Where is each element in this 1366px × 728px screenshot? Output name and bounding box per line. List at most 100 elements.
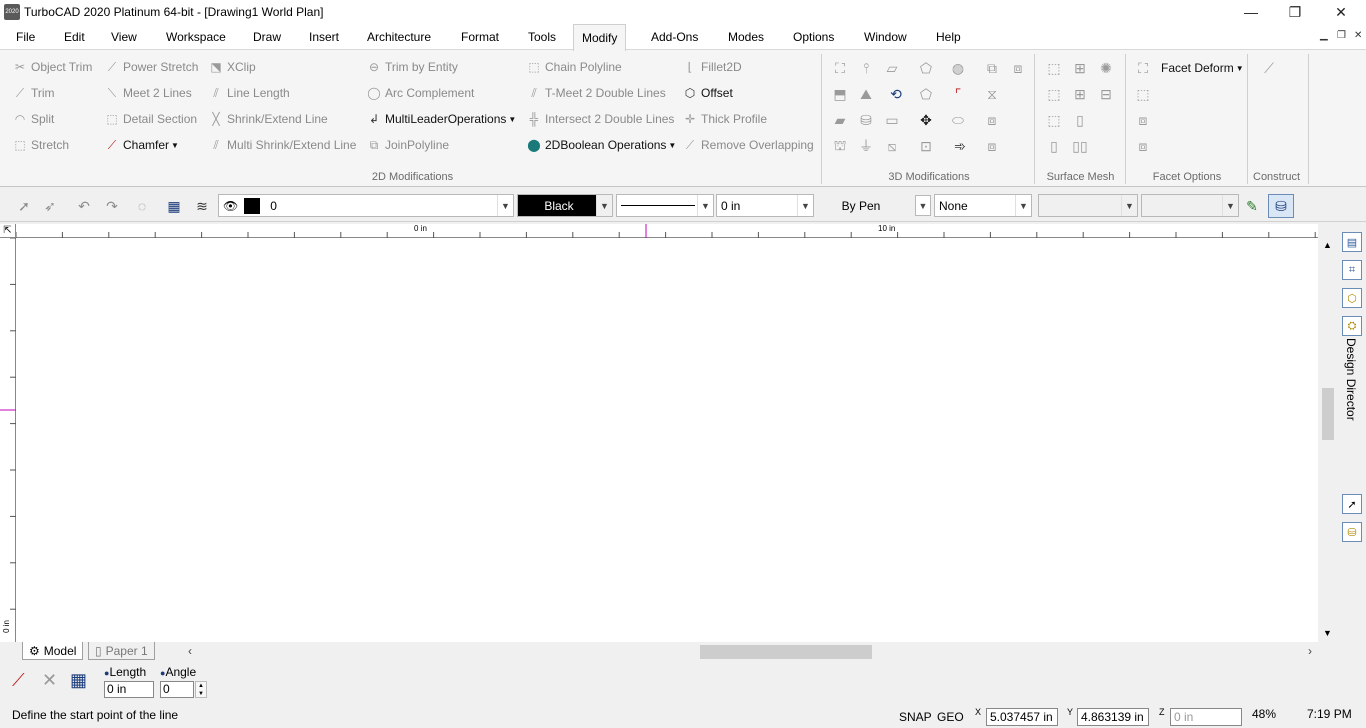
arc-complement-button[interactable]: ◯ Arc Complement [366, 83, 474, 103]
line-style-combo[interactable]: ▼ [616, 194, 714, 217]
panel-properties-icon[interactable]: ▤ [1342, 232, 1362, 252]
menu-architecture[interactable]: Architecture [359, 24, 439, 50]
edit-tool-icon[interactable]: ➶ [40, 196, 60, 216]
restore-button[interactable]: ❐ [1272, 0, 1318, 24]
angle-input[interactable]: 0 [160, 681, 194, 698]
angle-stepper[interactable]: ▲ ▼ [195, 681, 207, 698]
mesh-tool-icon[interactable]: ▯▯ [1070, 136, 1090, 156]
redo-icon[interactable]: ↷ [102, 196, 122, 216]
mesh-tool-icon[interactable]: ✺ [1096, 58, 1116, 78]
thick-profile-button[interactable]: ✛ Thick Profile [682, 109, 767, 129]
3d-tool-icon[interactable]: ⛰ [856, 84, 876, 104]
facet-tool-icon[interactable]: ⬚ [1133, 84, 1153, 104]
panel-blocks-icon[interactable]: ⬡ [1342, 288, 1362, 308]
pen-dropdown-icon[interactable]: ▼ [915, 195, 931, 216]
length-input[interactable]: 0 in [104, 681, 154, 698]
xclip-button[interactable]: ⬔ XClip [208, 57, 255, 77]
line-length-button[interactable]: ⫽ Line Length [208, 83, 289, 103]
facet-tool-icon[interactable]: ⧈ [1133, 110, 1153, 130]
3d-tool-icon[interactable]: ⧈ [982, 110, 1002, 130]
trim-by-entity-button[interactable]: ⊖ Trim by Entity [366, 57, 458, 77]
menu-window[interactable]: Window [856, 24, 915, 50]
y-coordinate-field[interactable]: 4.863139 in [1077, 708, 1149, 726]
tab-paper-1[interactable]: ▯ Paper 1 [88, 642, 155, 660]
3d-tool-icon[interactable]: ⛶ [830, 58, 850, 78]
3d-tool-icon[interactable]: ⫯ [856, 58, 876, 78]
3d-tool-icon[interactable]: ⏚ [856, 136, 876, 156]
z-coordinate-field[interactable]: 0 in [1170, 708, 1242, 726]
mesh-tool-icon[interactable]: ⬚ [1044, 84, 1064, 104]
vertical-scrollbar[interactable]: ▲ ▼ [1318, 238, 1338, 642]
panel-render-icon[interactable]: ⛁ [1342, 522, 1362, 542]
scroll-right-icon[interactable]: › [1308, 644, 1312, 658]
facet-tool-icon[interactable]: ⧈ [1133, 136, 1153, 156]
menu-insert[interactable]: Insert [301, 24, 347, 50]
join-polyline-button[interactable]: ⧉ JoinPolyline [366, 135, 449, 155]
3d-tool-icon[interactable]: ▰ [830, 110, 850, 130]
fill-combo[interactable]: None ▼ [934, 194, 1032, 217]
mesh-tool-icon[interactable]: ▯ [1070, 110, 1090, 130]
thickness-combo[interactable]: 0 in ▼ [716, 194, 814, 217]
close-button[interactable]: ✕ [1318, 0, 1364, 24]
mesh-tool-icon[interactable]: ⊟ [1096, 84, 1116, 104]
construct-tool-icon[interactable]: ⟋ [1259, 58, 1279, 78]
3d-tool-icon[interactable]: ⬒ [830, 84, 850, 104]
extra-combo-2[interactable]: ▼ [1141, 194, 1239, 217]
chain-polyline-button[interactable]: ⬚ Chain Polyline [526, 57, 621, 77]
vertical-scroll-thumb[interactable] [1322, 388, 1334, 440]
pencil-icon[interactable]: ✎ [1242, 196, 1262, 216]
menu-help[interactable]: Help [928, 24, 969, 50]
mesh-tool-icon[interactable]: ▯ [1044, 136, 1064, 156]
3d-tool-icon[interactable]: ⬠ [916, 84, 936, 104]
properties-table-icon[interactable]: ▦ [164, 196, 184, 216]
line-style-dropdown-icon[interactable]: ▼ [697, 195, 713, 216]
intersect-2-double-lines-button[interactable]: ╬ Intersect 2 Double Lines [526, 109, 675, 129]
stretch-button[interactable]: ⬚ Stretch [12, 135, 69, 155]
lasso-icon[interactable]: ◌ [132, 196, 152, 216]
power-stretch-button[interactable]: ⟋ Power Stretch [104, 57, 199, 77]
panel-selection-icon[interactable]: ⌗ [1342, 260, 1362, 280]
panel-select-arrow-icon[interactable]: ➚ [1342, 494, 1362, 514]
geo-toggle[interactable]: GEO [937, 710, 964, 724]
3d-tool-icon[interactable]: ⟲ [886, 84, 906, 104]
layers-icon[interactable]: ≋ [192, 196, 212, 216]
mesh-tool-icon[interactable]: ⬚ [1044, 110, 1064, 130]
mdi-close-icon[interactable]: ✕ [1354, 30, 1362, 41]
thickness-dropdown-icon[interactable]: ▼ [797, 195, 813, 216]
3d-tool-icon[interactable]: ⛫ [830, 136, 850, 156]
ruler-corner-icon[interactable]: ⇱ [0, 224, 16, 238]
mdi-restore-icon[interactable]: ❐ [1337, 30, 1346, 41]
pen-combo[interactable]: By Pen ▼ [816, 194, 932, 217]
shrink-extend-line-button[interactable]: ╳ Shrink/Extend Line [208, 109, 327, 129]
extra-combo-1-dropdown-icon[interactable]: ▼ [1121, 195, 1137, 216]
menu-tools[interactable]: Tools [520, 24, 564, 50]
tab-model[interactable]: ⚙ Model [22, 642, 84, 660]
horizontal-scrollbar[interactable]: ‹ › [186, 644, 1320, 660]
stack-icon[interactable]: ⛁ [1268, 194, 1294, 218]
menu-view[interactable]: View [103, 24, 145, 50]
menu-add-ons[interactable]: Add-Ons [643, 24, 706, 50]
extra-combo-1[interactable]: ▼ [1038, 194, 1138, 217]
menu-draw[interactable]: Draw [245, 24, 289, 50]
chamfer-button[interactable]: ⟋ Chamfer ▼ [104, 135, 179, 155]
3d-tool-icon[interactable]: ⧈ [982, 136, 1002, 156]
detail-section-button[interactable]: ⬚ Detail Section [104, 109, 197, 129]
split-button[interactable]: ◠ Split [12, 109, 55, 129]
scroll-left-icon[interactable]: ‹ [188, 644, 192, 658]
menu-edit[interactable]: Edit [56, 24, 93, 50]
undo-icon[interactable]: ↶ [74, 196, 94, 216]
3d-tool-icon[interactable]: ⊡ [916, 136, 936, 156]
menu-modify[interactable]: Modify [573, 24, 627, 51]
3d-tool-icon[interactable]: ✥ [916, 110, 936, 130]
turbocad-app-icon[interactable]: 2020 [4, 4, 20, 20]
mdi-minimize-icon[interactable]: ▁ [1320, 30, 1328, 41]
minimize-button[interactable]: — [1228, 0, 1274, 24]
layer-visible-icon[interactable]: 👁 [223, 199, 238, 213]
menu-format[interactable]: Format [453, 24, 507, 50]
trim-button[interactable]: ⟋ Trim [12, 83, 55, 103]
3d-tool-icon[interactable]: ⌜ [948, 84, 968, 104]
layer-combo[interactable]: 👁 0 ▼ [218, 194, 514, 217]
menu-options[interactable]: Options [785, 24, 842, 50]
mesh-tool-icon[interactable]: ⊞ [1070, 58, 1090, 78]
select-arrow-icon[interactable]: ➚ [14, 196, 34, 216]
